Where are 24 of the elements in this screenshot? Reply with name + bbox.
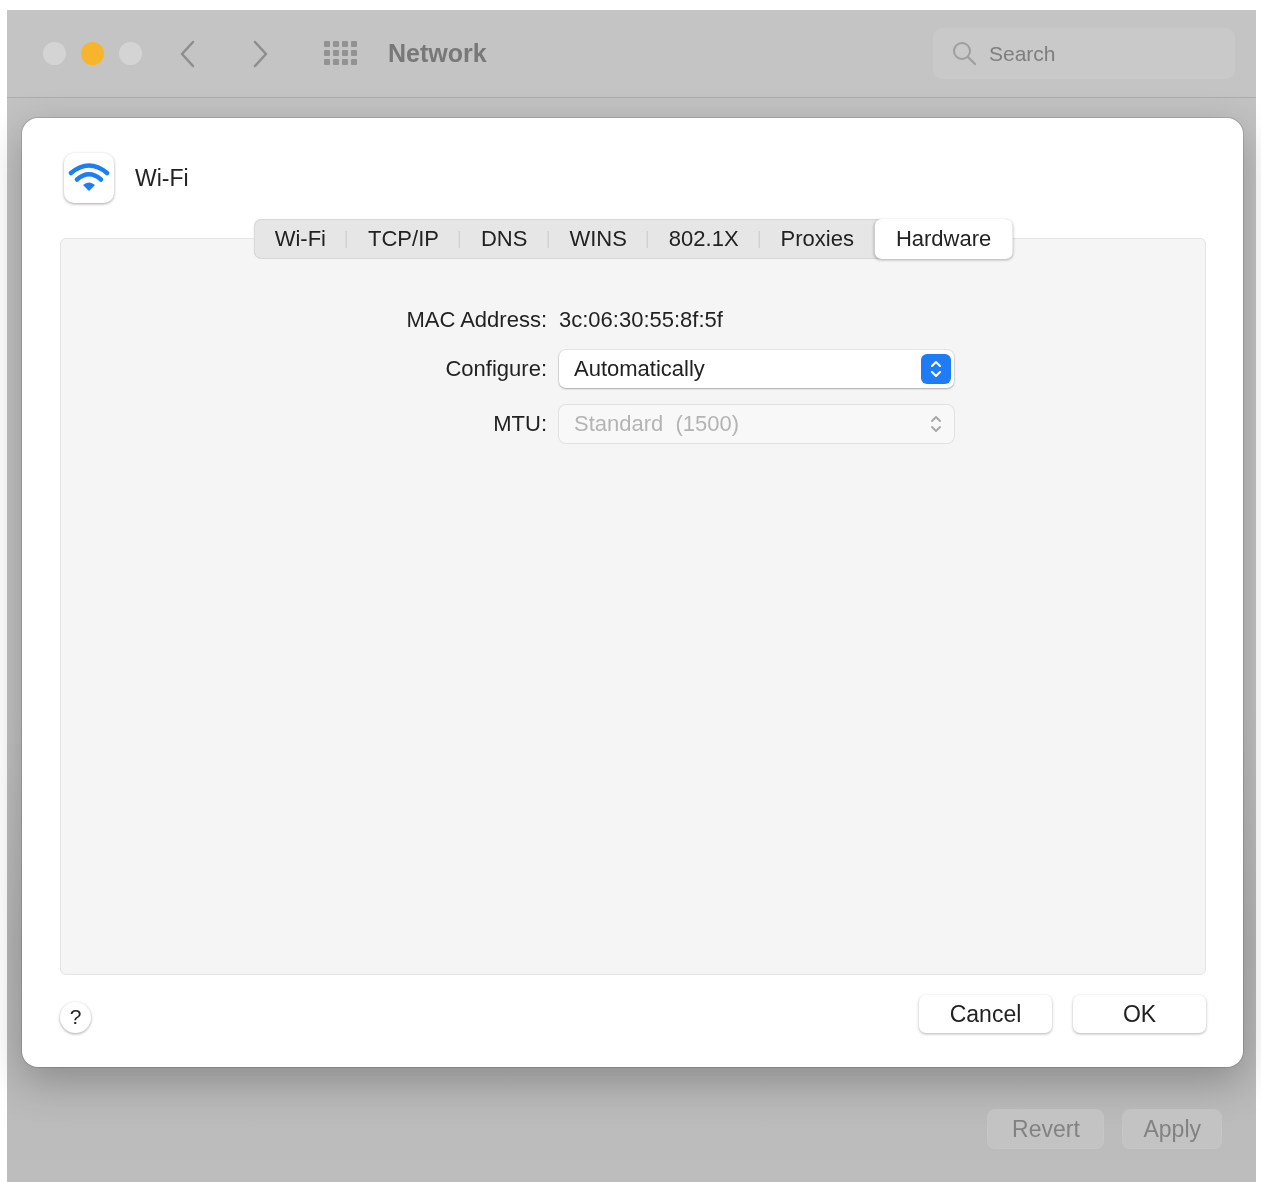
wifi-icon	[64, 153, 114, 203]
mac-address-value: 3c:06:30:55:8f:5f	[559, 307, 724, 333]
grid-icon[interactable]	[324, 40, 358, 67]
popup-field[interactable]: Automatically	[559, 350, 954, 388]
tab[interactable]: Hardware	[874, 219, 1013, 259]
tab[interactable]: Proxies	[759, 219, 875, 259]
tab[interactable]: TCP/IP	[347, 219, 460, 259]
field-label: MTU:	[492, 411, 547, 437]
sheet-title: Wi-Fi	[135, 164, 189, 192]
search-field[interactable]: Search	[933, 28, 1235, 79]
window-control-icon[interactable]	[81, 42, 104, 65]
tab[interactable]: Wi-Fi	[253, 219, 347, 259]
window-title: Network	[388, 39, 487, 68]
popup-value: Automatically	[574, 356, 705, 382]
field-label: Configure:	[444, 356, 547, 382]
chevrons-icon	[921, 354, 951, 384]
dialog-button[interactable]: Cancel	[919, 995, 1052, 1033]
tab[interactable]: WINS	[548, 219, 648, 259]
dialog-button[interactable]: OK	[1073, 995, 1206, 1033]
help-button[interactable]: ?	[60, 1001, 91, 1033]
tab[interactable]: DNS	[459, 219, 549, 259]
popup-value: Standard (1500)	[574, 411, 740, 437]
tab[interactable]: 802.1X	[647, 219, 760, 259]
field-label: MAC Address:	[405, 307, 547, 333]
